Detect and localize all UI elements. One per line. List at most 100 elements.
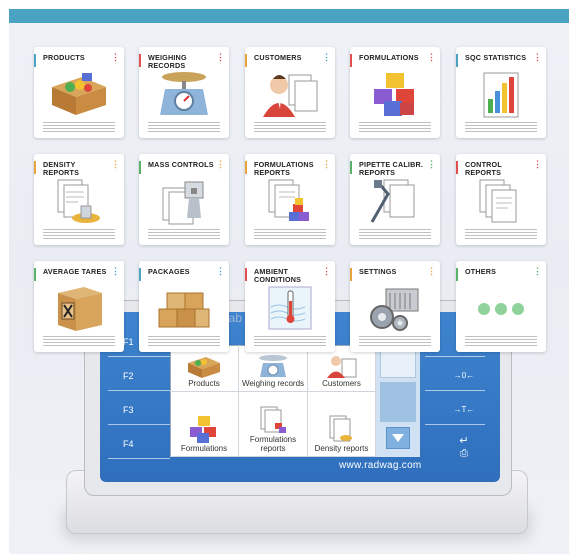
key-divider — [108, 356, 170, 357]
card-accent — [139, 54, 141, 67]
kebab-menu-icon[interactable]: ⋮ — [111, 267, 120, 276]
card-formulations-reports[interactable]: FORMULATIONS REPORTS ⋮ — [245, 154, 335, 245]
card-weighing-records[interactable]: WEIGHING RECORDS ⋮ — [139, 47, 229, 138]
screen-label: Weighing records — [241, 379, 305, 388]
tare-key[interactable]: →T← — [449, 405, 479, 414]
card-accent — [34, 54, 36, 67]
kebab-menu-icon[interactable]: ⋮ — [427, 160, 436, 169]
screen-label: Products — [188, 379, 220, 388]
documents-icon — [470, 176, 532, 226]
card-accent — [245, 54, 247, 67]
customer-icon — [259, 69, 321, 119]
card-accent — [245, 268, 247, 281]
card-description — [359, 229, 431, 239]
pipette-icon — [364, 176, 426, 226]
formulation-report-icon — [259, 176, 321, 226]
card-sqc-statistics[interactable]: SQC STATISTICS ⋮ — [456, 47, 546, 138]
screen-tile-weighing-records[interactable]: Weighing records — [239, 345, 308, 392]
key-divider — [425, 424, 485, 425]
kebab-menu-icon[interactable]: ⋮ — [322, 160, 331, 169]
card-accent — [456, 54, 458, 67]
screen-tile-customers[interactable]: Customers — [308, 345, 376, 392]
card-others[interactable]: OTHERS ⋮ — [456, 261, 546, 352]
card-description — [43, 336, 115, 346]
card-packages[interactable]: PACKAGES ⋮ — [139, 261, 229, 352]
enter-print-icon[interactable]: ↵ ⎙ — [449, 434, 479, 459]
more-dots-icon — [470, 283, 532, 333]
card-description — [43, 122, 115, 132]
bar-chart-icon — [470, 69, 532, 119]
f2-key[interactable]: F2 — [123, 371, 134, 381]
screen-tile-formulations[interactable]: Formulations — [170, 392, 239, 457]
kebab-menu-icon[interactable]: ⋮ — [427, 53, 436, 62]
card-title: FORMULATIONS REPORTS — [254, 160, 314, 177]
key-divider — [108, 424, 170, 425]
screen-label: Formulations reports — [249, 435, 297, 453]
card-mass-controls[interactable]: MASS CONTROLS ⋮ — [139, 154, 229, 245]
card-accent — [245, 161, 247, 174]
card-pipette-calibr-reports[interactable]: PIPETTE CALIBR. REPORTS ⋮ — [350, 154, 440, 245]
scroll-thumb[interactable] — [380, 382, 416, 422]
card-average-tares[interactable]: AVERAGE TARES ⋮ — [34, 261, 124, 352]
card-accent — [456, 161, 458, 174]
scroll-down-button[interactable] — [386, 427, 410, 449]
products-box-icon — [188, 357, 220, 378]
card-accent — [350, 268, 352, 281]
card-description — [254, 336, 326, 346]
f4-key[interactable]: F4 — [123, 439, 134, 449]
scroll-up-button[interactable] — [380, 348, 416, 378]
card-description — [148, 336, 220, 346]
card-title: CONTROL REPORTS — [465, 160, 502, 177]
kebab-menu-icon[interactable]: ⋮ — [427, 267, 436, 276]
screen-tile-density-reports[interactable]: Density reports — [308, 392, 376, 457]
card-title: PACKAGES — [148, 267, 190, 276]
card-description — [465, 336, 537, 346]
kebab-menu-icon[interactable]: ⋮ — [533, 53, 542, 62]
card-products[interactable]: PRODUCTS ⋮ — [34, 47, 124, 138]
kebab-menu-icon[interactable]: ⋮ — [216, 160, 225, 169]
card-accent — [34, 268, 36, 281]
card-description — [148, 122, 220, 132]
products-box-icon — [48, 69, 110, 119]
key-divider — [425, 390, 485, 391]
kebab-menu-icon[interactable]: ⋮ — [216, 267, 225, 276]
card-formulations[interactable]: FORMULATIONS ⋮ — [350, 47, 440, 138]
key-divider — [108, 390, 170, 391]
kebab-menu-icon[interactable]: ⋮ — [111, 160, 120, 169]
card-accent — [139, 268, 141, 281]
card-settings[interactable]: SETTINGS ⋮ — [350, 261, 440, 352]
card-description — [465, 122, 537, 132]
card-density-reports[interactable]: DENSITY REPORTS ⋮ — [34, 154, 124, 245]
card-accent — [350, 161, 352, 174]
f3-key[interactable]: F3 — [123, 405, 134, 415]
f1-key[interactable]: F1 — [123, 337, 134, 347]
kebab-menu-icon[interactable]: ⋮ — [533, 160, 542, 169]
kebab-menu-icon[interactable]: ⋮ — [111, 53, 120, 62]
kebab-menu-icon[interactable]: ⋮ — [533, 267, 542, 276]
screen-tile-formulations-reports[interactable]: Formulations reports — [239, 392, 308, 457]
screen-label: Formulations — [180, 444, 228, 453]
kebab-menu-icon[interactable]: ⋮ — [322, 267, 331, 276]
kebab-menu-icon[interactable]: ⋮ — [216, 53, 225, 62]
screen-label: Density reports — [314, 444, 369, 453]
cubes-icon — [364, 69, 426, 119]
key-divider — [108, 458, 170, 459]
card-title: SQC STATISTICS — [465, 53, 527, 62]
card-ambient-conditions[interactable]: AMBIENT CONDITIONS ⋮ — [245, 261, 335, 352]
kebab-menu-icon[interactable]: ⋮ — [322, 53, 331, 62]
mass-control-icon — [153, 176, 215, 226]
card-title: CUSTOMERS — [254, 53, 302, 62]
thermometer-icon — [259, 283, 321, 333]
card-control-reports[interactable]: CONTROL REPORTS ⋮ — [456, 154, 546, 245]
card-customers[interactable]: CUSTOMERS ⋮ — [245, 47, 335, 138]
card-title: DENSITY REPORTS — [43, 160, 80, 177]
top-accent-bar — [9, 9, 569, 23]
card-description — [465, 229, 537, 239]
zero-key[interactable]: →0← — [449, 371, 479, 380]
screen-tile-products[interactable]: Products — [170, 345, 239, 392]
card-title: AVERAGE TARES — [43, 267, 107, 276]
card-title: WEIGHING RECORDS — [148, 53, 187, 70]
card-accent — [456, 268, 458, 281]
card-description — [359, 122, 431, 132]
packages-icon — [153, 283, 215, 333]
